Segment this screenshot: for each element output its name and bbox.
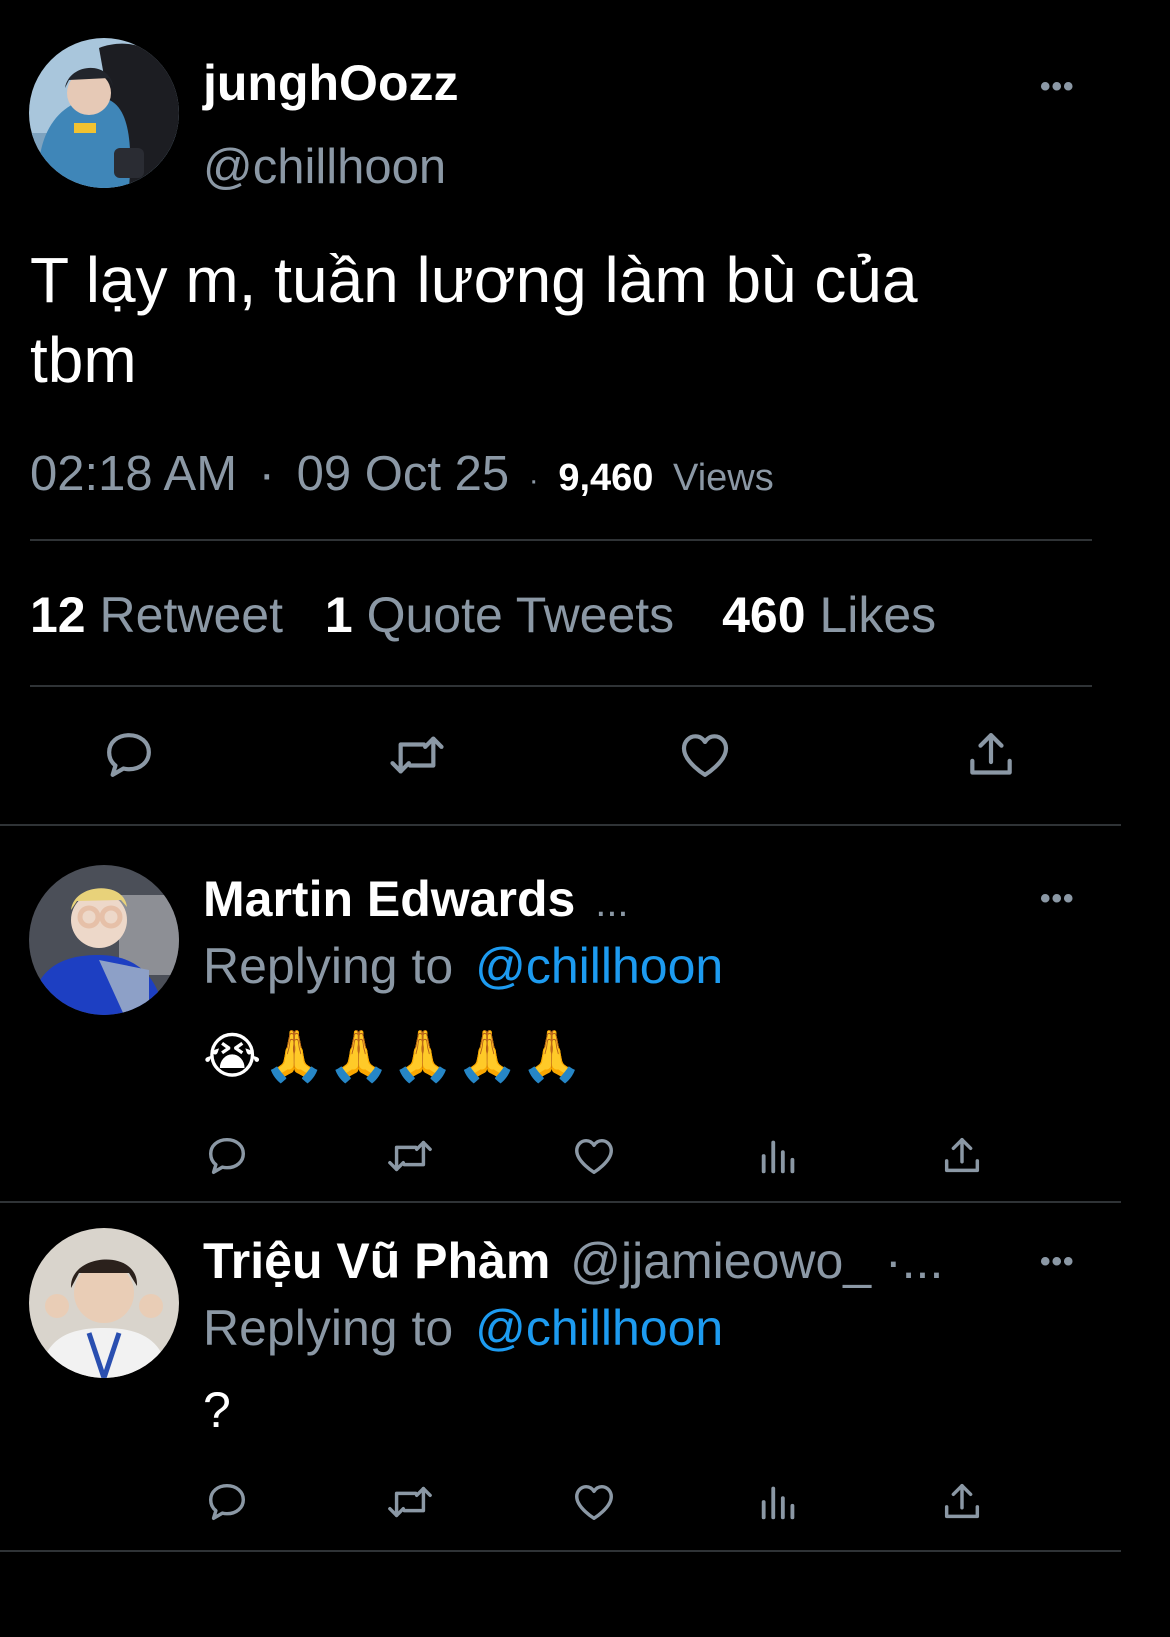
share-icon[interactable]: [939, 1133, 985, 1179]
divider: [0, 1550, 1121, 1552]
tweet-text-line: T lạy m, tuần lương làm bù của: [30, 244, 918, 316]
heart-icon[interactable]: [571, 1133, 617, 1179]
more-icon[interactable]: •••: [1040, 1247, 1075, 1277]
divider: [30, 685, 1092, 687]
divider: [30, 539, 1092, 541]
tweet-text-line: tbm: [30, 324, 137, 396]
retweets-stat[interactable]: 12 Retweet: [30, 587, 297, 643]
reply-avatar[interactable]: [29, 1228, 179, 1378]
quotes-stat[interactable]: 1 Quote Tweets: [325, 587, 688, 643]
divider: [0, 824, 1121, 826]
replying-to-label: Replying to: [203, 1300, 454, 1356]
views-icon[interactable]: [756, 1133, 802, 1179]
reply-text: 😭🙏🙏🙏🙏🙏: [203, 1028, 585, 1084]
likes-label: Likes: [819, 587, 937, 643]
replying-to-label: Replying to: [203, 938, 454, 994]
tweet-time: 02:18 AM: [30, 447, 238, 501]
author-handle[interactable]: @chillhoon: [203, 139, 446, 195]
replying-to-handle[interactable]: @chillhoon: [475, 938, 723, 994]
views-label: Views: [673, 457, 774, 499]
retweets-count: 12: [30, 587, 86, 643]
retweet-icon[interactable]: [384, 1133, 436, 1179]
tweet-meta: 02:18 AM · 09 Oct 25 · 9,460 Views: [30, 446, 774, 509]
retweet-icon[interactable]: [386, 727, 448, 783]
reply-name-truncation: ...: [595, 881, 629, 925]
more-icon[interactable]: •••: [1040, 72, 1075, 102]
retweet-icon[interactable]: [384, 1479, 436, 1525]
reply-header: Martin Edwards ...: [203, 870, 629, 932]
views-icon[interactable]: [756, 1479, 802, 1525]
reply-text: ?: [203, 1382, 231, 1438]
reply-header: Triệu Vũ Phàm @jjamieowo_ ·...: [203, 1232, 943, 1290]
share-icon[interactable]: [939, 1479, 985, 1525]
author-avatar[interactable]: [29, 38, 179, 188]
tweet-date: 09 Oct 25: [296, 447, 510, 501]
reply-display-name[interactable]: Triệu Vũ Phàm: [203, 1233, 550, 1289]
retweets-label: Retweet: [99, 587, 283, 643]
quotes-count: 1: [324, 587, 353, 643]
divider: [0, 1201, 1121, 1203]
reply-icon[interactable]: [101, 727, 157, 783]
tweet-stats: 12 Retweet 1 Quote Tweets 460 Likes: [30, 585, 936, 645]
more-icon[interactable]: •••: [1040, 884, 1075, 914]
reply-icon[interactable]: [204, 1133, 250, 1179]
reply-icon[interactable]: [204, 1479, 250, 1525]
replying-to: Replying to @chillhoon: [203, 937, 723, 995]
reply-handle[interactable]: @jjamieowo_ ·...: [570, 1233, 943, 1289]
quotes-label: Quote Tweets: [366, 587, 675, 643]
heart-icon[interactable]: [677, 727, 733, 783]
author-display-name[interactable]: junghOozz: [203, 54, 459, 112]
meta-separator: ·: [258, 447, 275, 501]
heart-icon[interactable]: [571, 1479, 617, 1525]
replying-to: Replying to @chillhoon: [203, 1299, 723, 1357]
views-count: 9,460: [558, 457, 654, 499]
share-icon[interactable]: [963, 727, 1019, 783]
reply-avatar[interactable]: [29, 865, 179, 1015]
likes-stat[interactable]: 460 Likes: [722, 587, 936, 643]
replying-to-handle[interactable]: @chillhoon: [475, 1300, 723, 1356]
likes-count: 460: [722, 587, 806, 643]
reply-display-name[interactable]: Martin Edwards: [203, 871, 575, 927]
tweet-text: T lạy m, tuần lương làm bù của tbm: [30, 240, 918, 400]
meta-separator: ·: [528, 464, 539, 497]
